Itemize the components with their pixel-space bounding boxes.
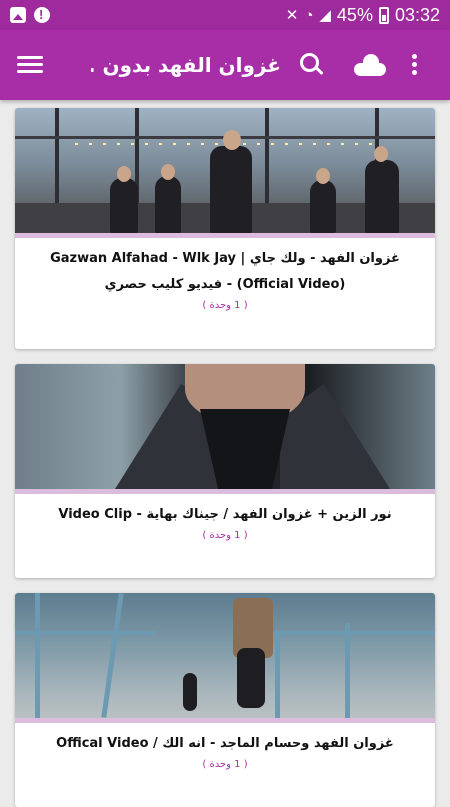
search-icon[interactable] (299, 52, 325, 78)
notification-icons (10, 7, 50, 23)
battery-icon (378, 6, 389, 24)
video-title: غزوان الفهد - ولك جاي | Gazwan Alfahad -… (50, 251, 400, 292)
battery-percent: 45% (336, 4, 373, 25)
clock: 03:32 (394, 4, 440, 25)
video-card[interactable]: غزوان الفهد - ولك جاي | Gazwan Alfahad -… (15, 108, 435, 349)
signal-icon: ◢ (319, 7, 331, 24)
wifi-icon: ◔ (304, 6, 314, 24)
cloud-icon[interactable] (354, 54, 386, 76)
app-bar: غزوان الفهد بدون ... (0, 30, 450, 100)
image-icon (10, 7, 26, 23)
app-title: غزوان الفهد بدون ... (91, 53, 281, 77)
video-card[interactable]: غزوان الفهد وحسام الماجد - انه الك / Off… (15, 593, 435, 807)
video-title: غزوان الفهد وحسام الماجد - انه الك / Off… (56, 736, 394, 751)
video-count: ( 1 وحدة ) (202, 300, 248, 311)
video-count: ( 1 وحدة ) (202, 530, 248, 541)
video-card[interactable]: نور الزين + غزوان الفهد / جيناك بهاية - … (15, 364, 435, 578)
system-icons: ✕ ◔ ◢ 45% 03:32 (286, 5, 440, 26)
video-thumbnail[interactable] (15, 364, 435, 489)
mute-icon: ✕ (285, 7, 299, 24)
video-thumbnail[interactable] (15, 108, 435, 233)
video-title: نور الزين + غزوان الفهد / جيناك بهاية - … (58, 507, 392, 522)
video-thumbnail[interactable] (15, 593, 435, 718)
menu-icon[interactable] (17, 55, 43, 75)
more-icon[interactable] (412, 54, 418, 76)
message-icon (34, 7, 50, 23)
video-count: ( 1 وحدة ) (202, 759, 248, 770)
status-bar: ✕ ◔ ◢ 45% 03:32 (0, 0, 450, 30)
